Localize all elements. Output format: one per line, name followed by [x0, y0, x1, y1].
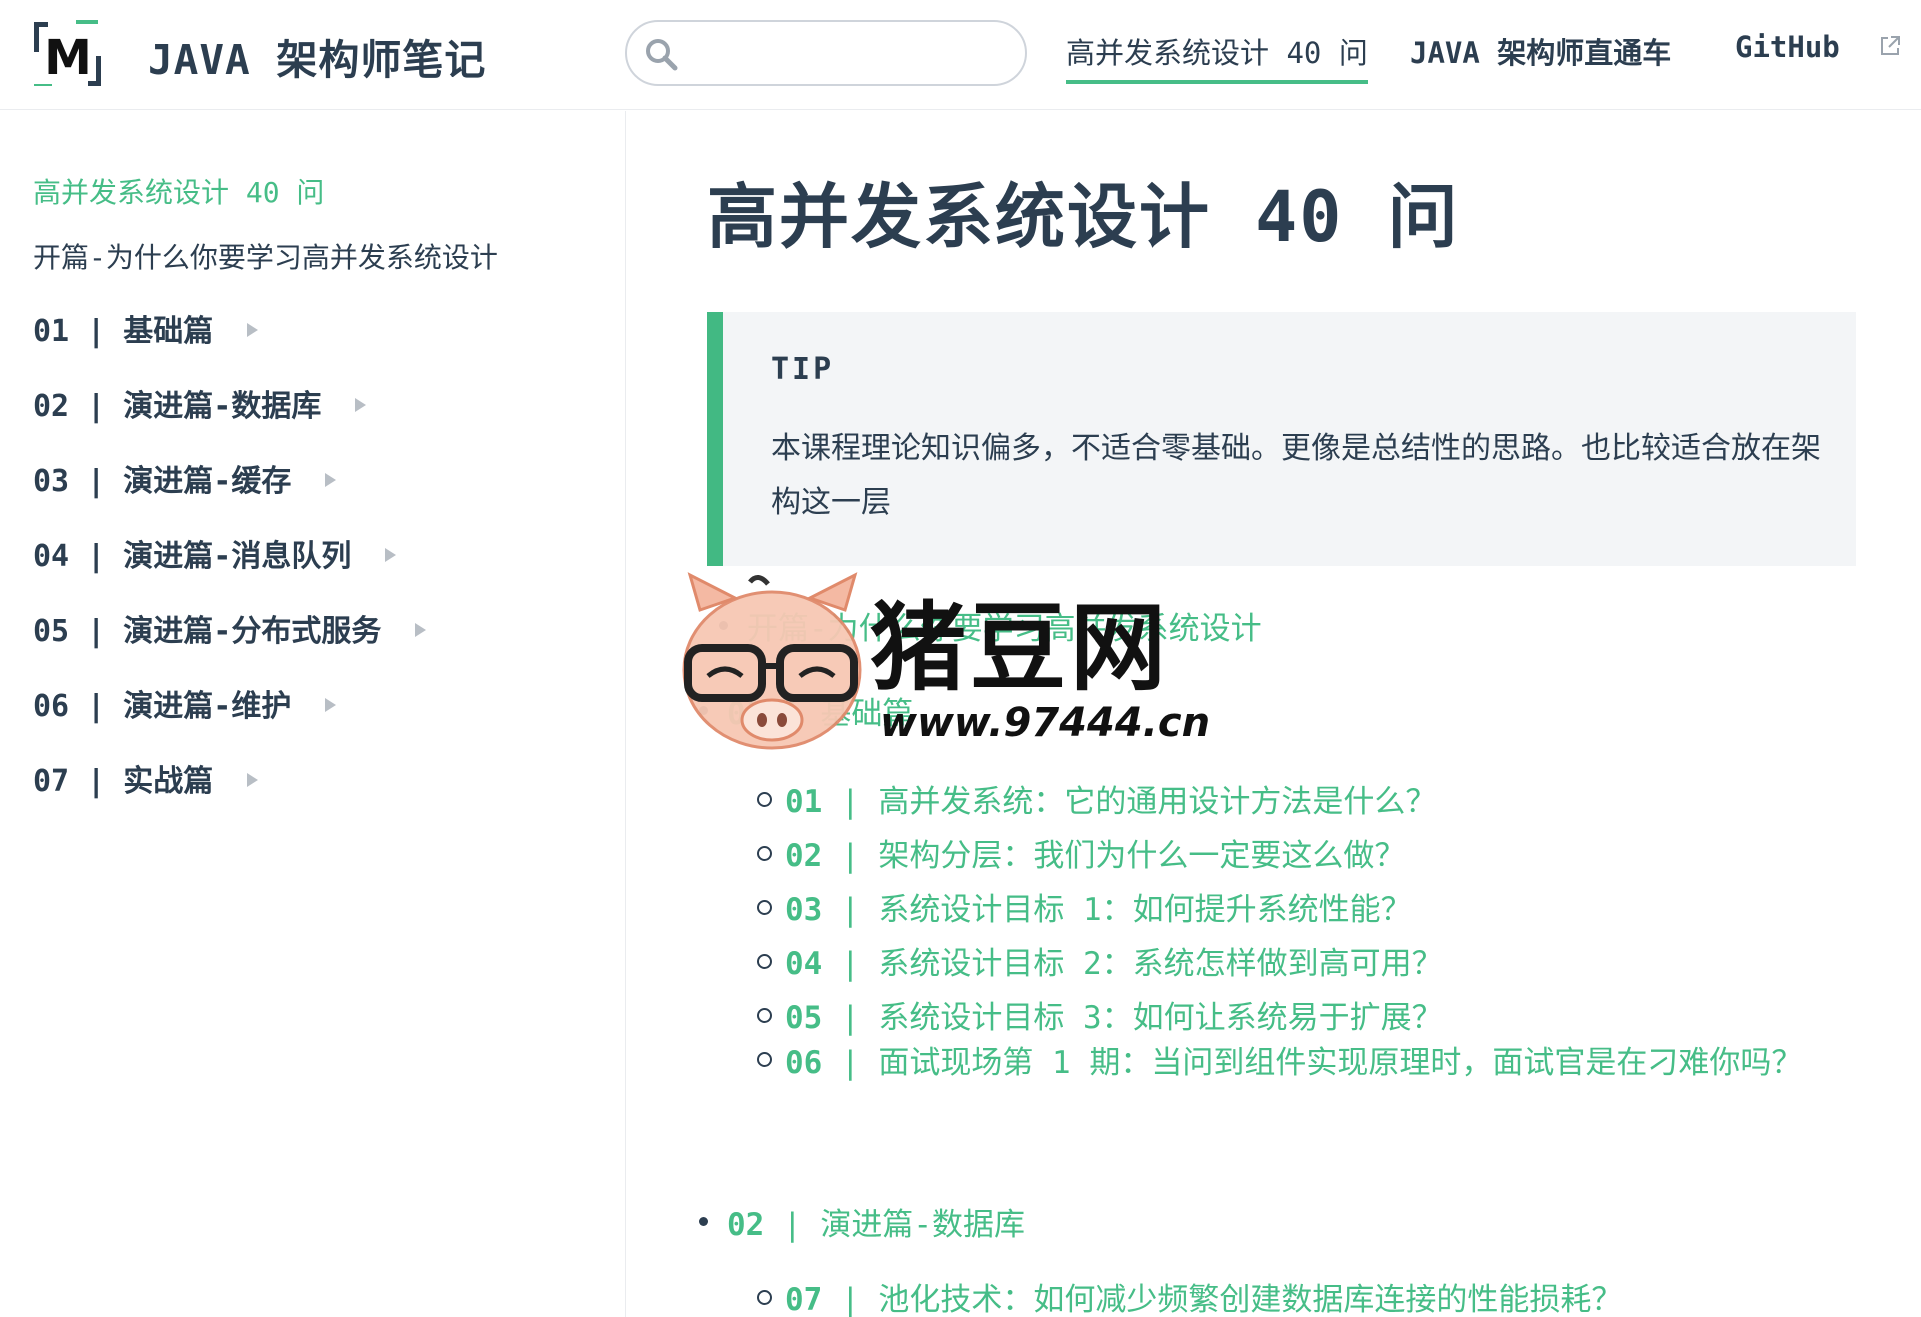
watermark-url: www.97444.cn [880, 700, 1211, 746]
sidebar-section-04[interactable]: 04 | 演进篇-消息队列 [33, 531, 397, 575]
nav-link-label: JAVA 架构师直通车 [1410, 36, 1672, 70]
sidebar-section-label: 04 | 演进篇-消息队列 [33, 539, 352, 574]
nav-link-label: 高并发系统设计 40 问 [1066, 36, 1368, 70]
sidebar-section-label: 02 | 演进篇-数据库 [33, 389, 322, 424]
toc-item-01[interactable]: 01 | 高并发系统：它的通用设计方法是什么？ [756, 776, 1437, 821]
tip-title: TIP [771, 352, 835, 387]
watermark-brand: 猪豆网 [870, 592, 1170, 704]
toc-label: 系统设计目标 1：如何提升系统性能？ [878, 892, 1412, 928]
nav-link-github[interactable]: GitHub [1735, 30, 1901, 72]
toc-number: 06 [785, 1045, 823, 1081]
toc-number: 04 [785, 946, 823, 982]
toc-label: 系统设计目标 2：系统怎样做到高可用？ [878, 946, 1443, 982]
sidebar-item-intro[interactable]: 开篇-为什么你要学习高并发系统设计 [33, 236, 498, 276]
sidebar-section-label: 01 | 基础篇 [33, 314, 214, 349]
chevron-right-icon [325, 697, 337, 712]
chevron-right-icon [247, 322, 259, 337]
toc-number: 07 [785, 1282, 823, 1317]
toc-label: 演进篇-数据库 [820, 1207, 1025, 1243]
sidebar-section-label: 07 | 实战篇 [33, 764, 214, 799]
toc-label: 面试现场第 1 期：当问到组件实现原理时，面试官是在刁难你吗？ [878, 1045, 1803, 1081]
watermark: 猪豆网 www.97444.cn [680, 570, 1240, 760]
toc-item-05[interactable]: 05 | 系统设计目标 3：如何让系统易于扩展？ [757, 992, 1443, 1037]
toc-item-06[interactable]: 06 | 面试现场第 1 期：当问到组件实现原理时，面试官是在刁难你吗？ [757, 1036, 1865, 1090]
sidebar-section-01[interactable]: 01 | 基础篇 [33, 306, 259, 350]
sidebar: 高并发系统设计 40 问 开篇-为什么你要学习高并发系统设计 01 | 基础篇 … [0, 111, 626, 1317]
sidebar-section-03[interactable]: 03 | 演进篇-缓存 [33, 456, 337, 500]
toc-label: 高并发系统：它的通用设计方法是什么？ [878, 784, 1437, 820]
toc-label: 池化技术：如何减少频繁创建数据库连接的性能损耗？ [878, 1282, 1623, 1317]
toc-label: 系统设计目标 3：如何让系统易于扩展？ [878, 1000, 1443, 1036]
toc-number: 01 [785, 784, 823, 820]
external-link-icon [1881, 36, 1901, 55]
tip-block: TIP 本课程理论知识偏多，不适合零基础。更像是总结性的思路。也比较适合放在架构… [707, 312, 1856, 566]
toc-item-07[interactable]: 07 | 池化技术：如何减少频繁创建数据库连接的性能损耗？ [756, 1274, 1623, 1317]
nav-link-java-architect[interactable]: JAVA 架构师直通车 [1410, 30, 1671, 80]
page-title: 高并发系统设计 40 问 [707, 176, 1460, 258]
toc-label: 架构分层：我们为什么一定要这么做？ [878, 838, 1406, 874]
toc-number: 02 [785, 838, 823, 874]
toc-item-02[interactable]: 02 | 架构分层：我们为什么一定要这么做？ [756, 830, 1406, 875]
tip-body: 本课程理论知识偏多，不适合零基础。更像是总结性的思路。也比较适合放在架构这一层 [771, 431, 1821, 520]
sidebar-section-06[interactable]: 06 | 演进篇-维护 [33, 681, 337, 725]
nav-links: 高并发系统设计 40 问 JAVA 架构师直通车 GitHub [0, 30, 1921, 90]
chevron-right-icon [415, 622, 427, 637]
chevron-right-icon [355, 397, 367, 412]
chevron-right-icon [247, 772, 259, 787]
nav-link-label: GitHub [1735, 30, 1840, 64]
sidebar-section-07[interactable]: 07 | 实战篇 [33, 756, 259, 800]
nav-link-high-concurrency[interactable]: 高并发系统设计 40 问 [1066, 30, 1368, 84]
toc-number: 03 [785, 892, 823, 928]
toc-item-04[interactable]: 04 | 系统设计目标 2：系统怎样做到高可用？ [757, 938, 1443, 983]
top-navbar: M JAVA 架构师笔记 高并发系统设计 40 问 JAVA 架构师直通车 Gi… [0, 0, 1921, 110]
pig-mascot-icon [682, 572, 862, 750]
sidebar-title-link[interactable]: 高并发系统设计 40 问 [33, 171, 324, 211]
chevron-right-icon [385, 547, 397, 562]
sidebar-section-label: 06 | 演进篇-维护 [33, 689, 292, 724]
toc-number: 05 [785, 1000, 823, 1036]
sidebar-section-02[interactable]: 02 | 演进篇-数据库 [33, 381, 367, 425]
sidebar-section-05[interactable]: 05 | 演进篇-分布式服务 [33, 606, 427, 650]
toc-number: 02 [727, 1207, 765, 1243]
toc-group-02[interactable]: 02 | 演进篇-数据库 [699, 1199, 1025, 1244]
sidebar-section-label: 03 | 演进篇-缓存 [33, 464, 292, 499]
sidebar-section-label: 05 | 演进篇-分布式服务 [33, 614, 382, 649]
toc-item-03[interactable]: 03 | 系统设计目标 1：如何提升系统性能？ [757, 884, 1412, 929]
chevron-right-icon [325, 472, 337, 487]
